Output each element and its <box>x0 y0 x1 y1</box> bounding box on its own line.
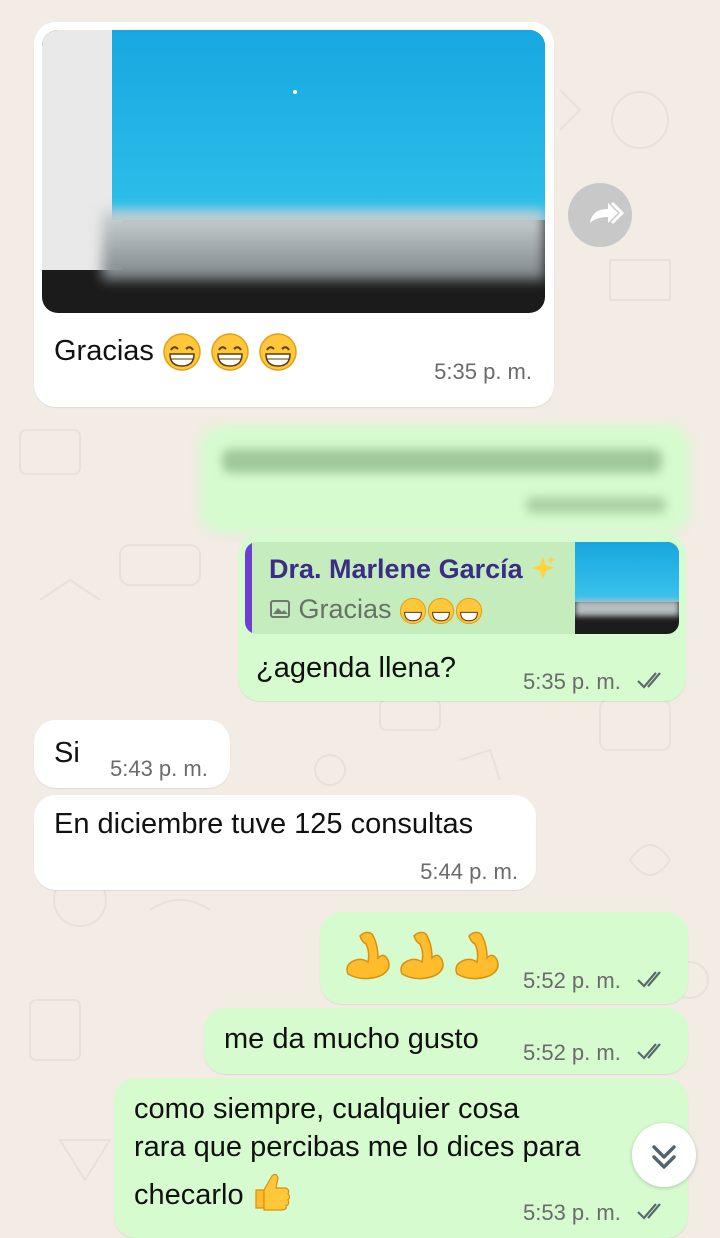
message-bubble-outgoing-blurred[interactable] <box>200 425 690 533</box>
message-time: 5:43 p. m. <box>110 756 208 781</box>
message-bubble-outgoing-emoji[interactable]: 5:52 p. m. <box>320 912 688 1004</box>
message-bubble-incoming-image[interactable]: Gracias 5:35 p. m. <box>34 22 554 407</box>
message-text: me da mucho gusto <box>224 1023 479 1055</box>
message-text-line: rara que percibas me lo dices para <box>134 1131 581 1163</box>
message-time: 5:52 p. m. <box>523 968 621 993</box>
message-time: 5:35 p. m. <box>523 669 621 694</box>
double-chevron-down-icon <box>652 1145 676 1169</box>
quote-thumbnail <box>575 542 679 634</box>
grinning-face-emoji <box>399 597 427 624</box>
message-time: 5:53 p. m. <box>523 1200 621 1225</box>
message-text: Si <box>54 737 80 769</box>
message-bubble-outgoing-reply[interactable]: Dra. Marlene García Gracias ¿agenda llen… <box>238 533 686 701</box>
grinning-face-emoji <box>455 597 483 624</box>
double-check-icon <box>637 1203 661 1220</box>
forward-icon <box>590 201 625 225</box>
message-time: 5:35 p. m. <box>434 359 532 384</box>
grinning-face-emoji <box>163 333 201 372</box>
caption-text: Gracias <box>54 335 154 367</box>
message-bubble-outgoing[interactable]: me da mucho gusto 5:52 p. m. <box>204 1008 688 1074</box>
flexed-biceps-emoji <box>400 931 445 980</box>
message-time: 5:44 p. m. <box>420 859 518 884</box>
flexed-biceps-emoji <box>455 931 499 980</box>
quote-author: Dra. Marlene García <box>269 554 523 584</box>
message-bubble-incoming[interactable]: En diciembre tuve 125 consultas 5:44 p. … <box>34 795 536 890</box>
message-text-line: como siempre, cualquier cosa <box>134 1093 520 1125</box>
message-text-line: checarlo <box>134 1179 244 1211</box>
message-bubble-incoming[interactable]: Si 5:43 p. m. <box>34 720 230 788</box>
message-text: ¿agenda llena? <box>256 652 456 684</box>
quoted-message[interactable]: Dra. Marlene García Gracias <box>245 542 679 634</box>
thumbs-up-emoji <box>255 1173 290 1211</box>
double-check-icon <box>637 971 661 988</box>
quote-caption: Gracias <box>298 594 392 624</box>
flexed-biceps-emoji <box>346 931 390 980</box>
grinning-face-emoji <box>259 333 297 372</box>
double-check-icon <box>637 1043 661 1060</box>
scroll-to-bottom-button[interactable] <box>632 1123 696 1187</box>
message-time: 5:52 p. m. <box>523 1040 621 1065</box>
sparkles-emoji <box>532 556 556 579</box>
quote-bar <box>245 542 252 634</box>
image-icon <box>270 600 290 618</box>
double-check-icon <box>637 672 661 689</box>
message-text: En diciembre tuve 125 consultas <box>54 808 474 840</box>
image-attachment[interactable] <box>42 30 545 313</box>
forward-button[interactable] <box>568 183 632 247</box>
grinning-face-emoji <box>211 333 249 372</box>
message-bubble-outgoing[interactable]: como siempre, cualquier cosa rara que pe… <box>114 1078 688 1238</box>
grinning-face-emoji <box>427 597 455 624</box>
